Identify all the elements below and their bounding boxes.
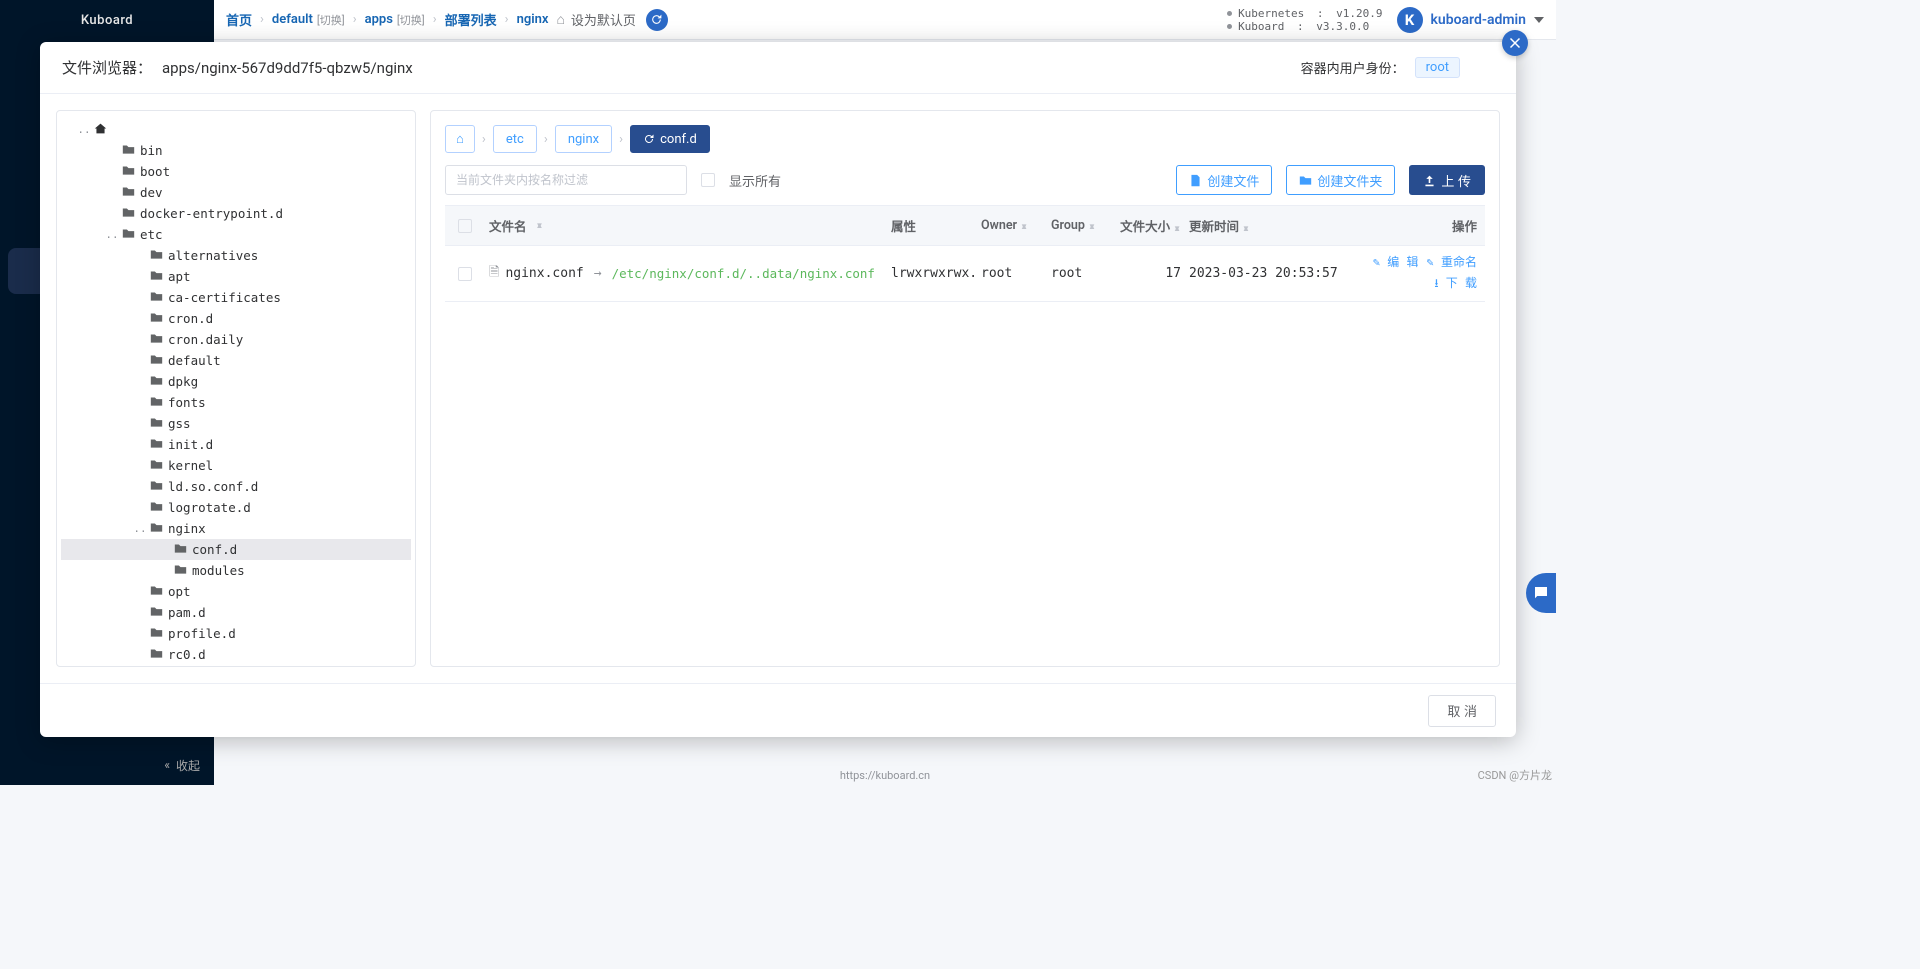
table-header: 文件名▲▼ 属性 Owner▲▼ Group▲▼ 文件大小▲▼ 更新时间▲▼ 操… xyxy=(445,206,1485,246)
file-plus-icon xyxy=(1189,174,1202,187)
crumb-etc[interactable]: etc xyxy=(493,125,537,153)
filter-input[interactable] xyxy=(445,165,687,195)
cluster-versions: Kubernetes : v1.20.9 Kuboard : v3.3.0.0 xyxy=(1227,7,1382,33)
cancel-button[interactable]: 取 消 xyxy=(1428,695,1496,727)
new-file-button[interactable]: 创建文件 xyxy=(1176,165,1272,195)
user-menu[interactable]: K kuboard-admin xyxy=(1397,7,1544,33)
tree-node-rc0.d[interactable]: rc0.d xyxy=(61,644,411,665)
tree-node-root[interactable]: .. xyxy=(61,119,411,140)
tree-node-fonts[interactable]: fonts xyxy=(61,392,411,413)
tree-node-etc[interactable]: ..etc xyxy=(61,224,411,245)
tree-node-alternatives[interactable]: alternatives xyxy=(61,245,411,266)
container-user-badge[interactable]: root xyxy=(1415,57,1460,78)
file-attr: lrwxrwxrwx. xyxy=(891,266,981,281)
sidebar-collapse[interactable]: « 收起 xyxy=(0,745,214,785)
app-logo[interactable]: Kuboard xyxy=(0,0,214,40)
file-table: 文件名▲▼ 属性 Owner▲▼ Group▲▼ 文件大小▲▼ 更新时间▲▼ 操… xyxy=(445,205,1485,652)
container-user-label: 容器内用户身份： xyxy=(1301,58,1405,77)
col-attr: 属性 xyxy=(891,216,981,235)
symlink-target: /etc/nginx/conf.d/..data/nginx.conf xyxy=(612,266,875,281)
tree-node-docker-entrypoint.d[interactable]: docker-entrypoint.d xyxy=(61,203,411,224)
col-size[interactable]: 文件大小▲▼ xyxy=(1119,216,1189,235)
new-folder-button[interactable]: 创建文件夹 xyxy=(1286,165,1395,195)
tree-node-nginx[interactable]: ..nginx xyxy=(61,518,411,539)
file-pane: ⌂ › etc › nginx › conf.d 显示所有 创建文件 创建文件夹… xyxy=(430,110,1500,667)
tree-node-profile.d[interactable]: profile.d xyxy=(61,623,411,644)
tree-node-ca-certificates[interactable]: ca-certificates xyxy=(61,287,411,308)
topbar: 首页 › default [切换] › apps [切换] › 部署列表 › n… xyxy=(214,0,1556,40)
folder-plus-icon xyxy=(1299,174,1312,187)
tree-node-ld.so.conf.d[interactable]: ld.so.conf.d xyxy=(61,476,411,497)
file-size: 17 xyxy=(1119,266,1189,281)
close-icon xyxy=(1509,37,1521,49)
show-all-checkbox[interactable] xyxy=(701,173,715,187)
modal-footer: 取 消 xyxy=(40,683,1516,737)
tree-node-opt[interactable]: opt xyxy=(61,581,411,602)
tree-node-dpkg[interactable]: dpkg xyxy=(61,371,411,392)
file-group: root xyxy=(1051,266,1119,281)
tree-node-dev[interactable]: dev xyxy=(61,182,411,203)
tree-node-default[interactable]: default xyxy=(61,350,411,371)
file-browser-modal: 文件浏览器： apps/nginx-567d9dd7f5-qbzw5/nginx… xyxy=(40,42,1516,737)
col-ops: 操作 xyxy=(1339,216,1485,235)
tree-node-modules[interactable]: modules xyxy=(61,560,411,581)
folder-tree[interactable]: ..binbootdevdocker-entrypoint.d..etcalte… xyxy=(56,110,416,667)
home-icon: ⌂ xyxy=(556,11,564,28)
select-all-checkbox[interactable] xyxy=(458,219,472,233)
row-checkbox[interactable] xyxy=(458,267,472,281)
crumb-home[interactable]: ⌂ xyxy=(445,125,475,153)
crumb-confd[interactable]: conf.d xyxy=(630,125,710,153)
arrow-icon: → xyxy=(594,266,602,281)
chevron-down-icon xyxy=(1534,15,1544,25)
col-mtime[interactable]: 更新时间▲▼ xyxy=(1189,216,1339,235)
breadcrumb-ns[interactable]: default xyxy=(272,12,313,27)
tree-node-gss[interactable]: gss xyxy=(61,413,411,434)
refresh-icon xyxy=(643,133,655,145)
crumb-nginx[interactable]: nginx xyxy=(555,125,612,153)
breadcrumb-apps[interactable]: apps xyxy=(365,12,393,27)
show-all-label: 显示所有 xyxy=(729,171,781,190)
col-name[interactable]: 文件名▲▼ xyxy=(485,216,891,235)
file-name[interactable]: nginx.conf xyxy=(505,266,583,281)
breadcrumb-ns-switch[interactable]: [切换] xyxy=(317,12,345,28)
avatar: K xyxy=(1397,7,1423,33)
download-link[interactable]: ⭳ 下 载 xyxy=(1434,274,1477,295)
path-crumbs: ⌂ › etc › nginx › conf.d xyxy=(445,125,1485,153)
tree-node-bin[interactable]: bin xyxy=(61,140,411,161)
col-owner[interactable]: Owner▲▼ xyxy=(981,218,1051,233)
file-owner: root xyxy=(981,266,1051,281)
breadcrumb-home[interactable]: 首页 xyxy=(226,10,252,29)
tree-node-cron.daily[interactable]: cron.daily xyxy=(61,329,411,350)
file-icon: 🗎 xyxy=(489,263,499,285)
upload-button[interactable]: 上 传 xyxy=(1409,165,1485,195)
tree-node-boot[interactable]: boot xyxy=(61,161,411,182)
tree-node-init.d[interactable]: init.d xyxy=(61,434,411,455)
status-url: https://kuboard.cn xyxy=(214,765,1556,785)
edit-link[interactable]: ✎ 编 辑 xyxy=(1373,253,1419,270)
upload-icon xyxy=(1423,174,1436,187)
chat-icon xyxy=(1532,584,1550,602)
tree-node-kernel[interactable]: kernel xyxy=(61,455,411,476)
breadcrumb-nginx[interactable]: nginx xyxy=(517,12,549,27)
breadcrumb-deploy[interactable]: 部署列表 xyxy=(445,10,497,29)
table-row: 🗎 nginx.conf → /etc/nginx/conf.d/..data/… xyxy=(445,246,1485,302)
close-button[interactable] xyxy=(1502,30,1528,56)
home-icon: ⌂ xyxy=(456,131,464,147)
tree-node-pam.d[interactable]: pam.d xyxy=(61,602,411,623)
file-mtime: 2023-03-23 20:53:57 xyxy=(1189,266,1339,281)
tree-node-conf.d[interactable]: conf.d xyxy=(61,539,411,560)
user-name: kuboard-admin xyxy=(1431,12,1526,28)
col-group[interactable]: Group▲▼ xyxy=(1051,218,1119,233)
breadcrumb-apps-switch[interactable]: [切换] xyxy=(397,12,425,28)
tree-node-cron.d[interactable]: cron.d xyxy=(61,308,411,329)
modal-title: 文件浏览器： xyxy=(62,57,152,78)
rename-link[interactable]: ✎ 重命名 xyxy=(1427,253,1477,270)
tree-node-logrotate.d[interactable]: logrotate.d xyxy=(61,497,411,518)
modal-path: apps/nginx-567d9dd7f5-qbzw5/nginx xyxy=(162,59,413,77)
tree-node-apt[interactable]: apt xyxy=(61,266,411,287)
refresh-icon[interactable] xyxy=(646,9,668,31)
modal-header: 文件浏览器： apps/nginx-567d9dd7f5-qbzw5/nginx… xyxy=(40,42,1516,94)
set-default-page[interactable]: 设为默认页 xyxy=(571,10,636,29)
watermark: CSDN @方片龙 xyxy=(1478,767,1552,783)
